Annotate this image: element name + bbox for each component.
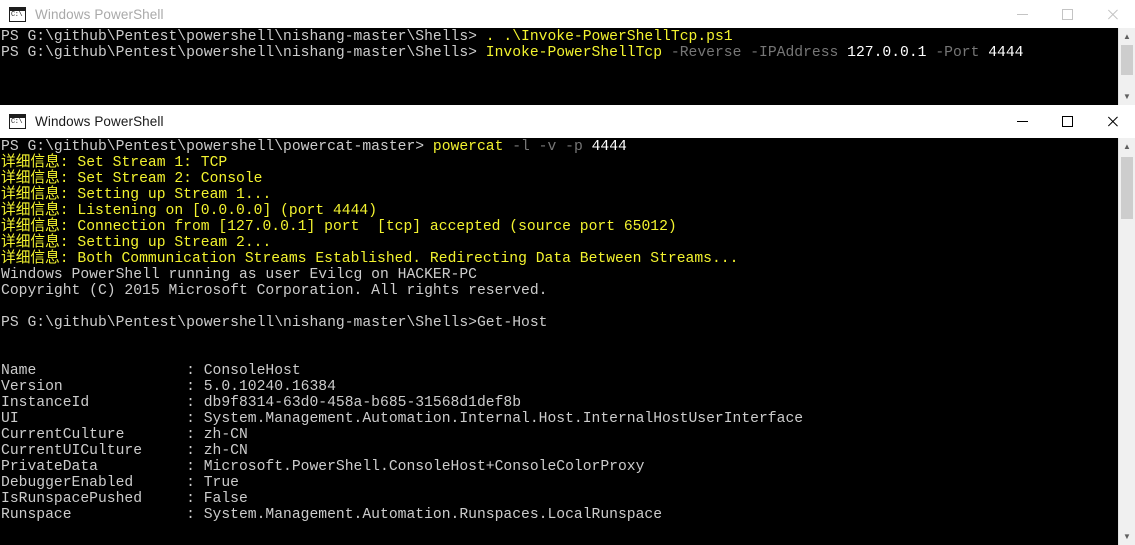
console-line: Version : 5.0.10240.16384 <box>1 379 1135 395</box>
console-line: CurrentCulture : zh-CN <box>1 427 1135 443</box>
powershell-window-top[interactable]: Windows PowerShell PS G:\github\Pentest\… <box>0 0 1135 105</box>
console-run: PS G:\github\Pentest\powershell\nishang-… <box>1 45 486 61</box>
console-line: 详细信息: Set Stream 1: TCP <box>1 155 1135 171</box>
console-line: Windows PowerShell running as user Evilc… <box>1 267 1135 283</box>
console-run: PS G:\github\Pentest\powershell\nishang-… <box>1 315 548 331</box>
console-run: CurrentUICulture : zh-CN <box>1 443 248 459</box>
console-line: Runspace : System.Management.Automation.… <box>1 507 1135 523</box>
scroll-down-arrow[interactable]: ▼ <box>1119 88 1135 105</box>
console-run: InstanceId : db9f8314-63d0-458a-b685-315… <box>1 395 522 411</box>
console-line: PS G:\github\Pentest\powershell\nishang-… <box>1 315 1135 331</box>
console-output-bottom[interactable]: PS G:\github\Pentest\powershell\powercat… <box>0 138 1135 545</box>
console-text-bottom: PS G:\github\Pentest\powershell\powercat… <box>0 138 1135 523</box>
console-run: Version : 5.0.10240.16384 <box>1 379 336 395</box>
console-output-top[interactable]: PS G:\github\Pentest\powershell\nishang-… <box>0 28 1135 105</box>
window-controls-bottom <box>1000 105 1135 138</box>
scroll-up-arrow[interactable]: ▲ <box>1119 28 1135 45</box>
console-line: InstanceId : db9f8314-63d0-458a-b685-315… <box>1 395 1135 411</box>
close-icon <box>1106 115 1119 128</box>
console-line: PrivateData : Microsoft.PowerShell.Conso… <box>1 459 1135 475</box>
console-line: UI : System.Management.Automation.Intern… <box>1 411 1135 427</box>
window-controls-top <box>1000 0 1135 28</box>
console-run: 详细信息: Setting up Stream 2... <box>1 235 272 251</box>
console-run: -Reverse <box>662 45 742 61</box>
console-run: 127.0.0.1 <box>838 45 927 61</box>
scroll-thumb[interactable] <box>1121 157 1133 219</box>
minimize-icon <box>1017 121 1028 122</box>
console-line: 详细信息: Set Stream 2: Console <box>1 171 1135 187</box>
console-text-top: PS G:\github\Pentest\powershell\nishang-… <box>0 28 1135 61</box>
console-run: PS G:\github\Pentest\powershell\nishang-… <box>1 29 486 45</box>
titlebar-bottom[interactable]: Windows PowerShell <box>0 105 1135 138</box>
console-line: Copyright (C) 2015 Microsoft Corporation… <box>1 283 1135 299</box>
console-run: Invoke-PowerShellTcp <box>485 45 663 61</box>
scrollbar-bottom[interactable]: ▲ ▼ <box>1118 138 1135 545</box>
console-run: UI : System.Management.Automation.Intern… <box>1 411 804 427</box>
maximize-icon <box>1062 8 1073 20</box>
console-run: Windows PowerShell running as user Evilc… <box>1 267 477 283</box>
console-line: 详细信息: Setting up Stream 2... <box>1 235 1135 251</box>
console-run: -l <box>503 139 530 155</box>
console-run: -IPAddress <box>741 45 839 61</box>
console-run: PS G:\github\Pentest\powershell\powercat… <box>1 139 433 155</box>
console-line: CurrentUICulture : zh-CN <box>1 443 1135 459</box>
console-run: -v <box>529 139 557 155</box>
console-line: IsRunspacePushed : False <box>1 491 1135 507</box>
close-icon <box>1106 8 1119 21</box>
console-run: powercat <box>432 139 504 155</box>
maximize-icon <box>1062 116 1073 127</box>
console-run: -p <box>556 139 583 155</box>
titlebar-left-top: Windows PowerShell <box>0 0 164 28</box>
scroll-thumb[interactable] <box>1121 45 1133 75</box>
console-line: Name : ConsoleHost <box>1 363 1135 379</box>
console-line: 详细信息: Setting up Stream 1... <box>1 187 1135 203</box>
window-title: Windows PowerShell <box>35 114 164 129</box>
minimize-icon <box>1017 13 1028 15</box>
console-run: Copyright (C) 2015 Microsoft Corporation… <box>1 283 548 299</box>
console-line: 详细信息: Both Communication Streams Establi… <box>1 251 1135 267</box>
console-line: DebuggerEnabled : True <box>1 475 1135 491</box>
console-icon <box>9 114 26 129</box>
maximize-button[interactable] <box>1045 0 1090 28</box>
console-run: -Port <box>926 45 980 61</box>
console-icon <box>9 6 26 22</box>
console-line: 详细信息: Listening on [0.0.0.0] (port 4444) <box>1 203 1135 219</box>
minimize-button[interactable] <box>1000 105 1045 138</box>
powershell-window-bottom[interactable]: Windows PowerShell PS G:\github\Pentest\… <box>0 105 1135 545</box>
console-run: 4444 <box>582 139 627 155</box>
console-run: CurrentCulture : zh-CN <box>1 427 248 443</box>
scroll-up-arrow[interactable]: ▲ <box>1119 138 1135 155</box>
console-run: DebuggerEnabled : True <box>1 475 239 491</box>
console-run: 详细信息: Set Stream 1: TCP <box>1 155 228 171</box>
console-run: PrivateData : Microsoft.PowerShell.Conso… <box>1 459 645 475</box>
close-button[interactable] <box>1090 105 1135 138</box>
maximize-button[interactable] <box>1045 105 1090 138</box>
window-title: Windows PowerShell <box>35 6 164 22</box>
console-line: PS G:\github\Pentest\powershell\powercat… <box>1 139 1135 155</box>
console-run: 详细信息: Both Communication Streams Establi… <box>1 251 739 267</box>
minimize-button[interactable] <box>1000 0 1045 28</box>
close-button[interactable] <box>1090 0 1135 28</box>
console-run: 详细信息: Setting up Stream 1... <box>1 187 272 203</box>
console-run: 4444 <box>979 45 1024 61</box>
console-run: 详细信息: Set Stream 2: Console <box>1 171 263 187</box>
console-run: 详细信息: Connection from [127.0.0.1] port [… <box>1 219 677 235</box>
titlebar-top[interactable]: Windows PowerShell <box>0 0 1135 28</box>
scroll-down-arrow[interactable]: ▼ <box>1119 528 1135 545</box>
console-run: IsRunspacePushed : False <box>1 491 248 507</box>
titlebar-left-bottom: Windows PowerShell <box>0 105 164 138</box>
console-run: Runspace : System.Management.Automation.… <box>1 507 663 523</box>
scrollbar-top[interactable]: ▲ ▼ <box>1118 28 1135 105</box>
console-run: 详细信息: Listening on [0.0.0.0] (port 4444) <box>1 203 378 219</box>
console-line: 详细信息: Connection from [127.0.0.1] port [… <box>1 219 1135 235</box>
console-line: PS G:\github\Pentest\powershell\nishang-… <box>1 29 1135 45</box>
console-line: PS G:\github\Pentest\powershell\nishang-… <box>1 45 1135 61</box>
console-run: . .\Invoke-PowerShellTcp.ps1 <box>485 29 733 45</box>
console-run: Name : ConsoleHost <box>1 363 301 379</box>
